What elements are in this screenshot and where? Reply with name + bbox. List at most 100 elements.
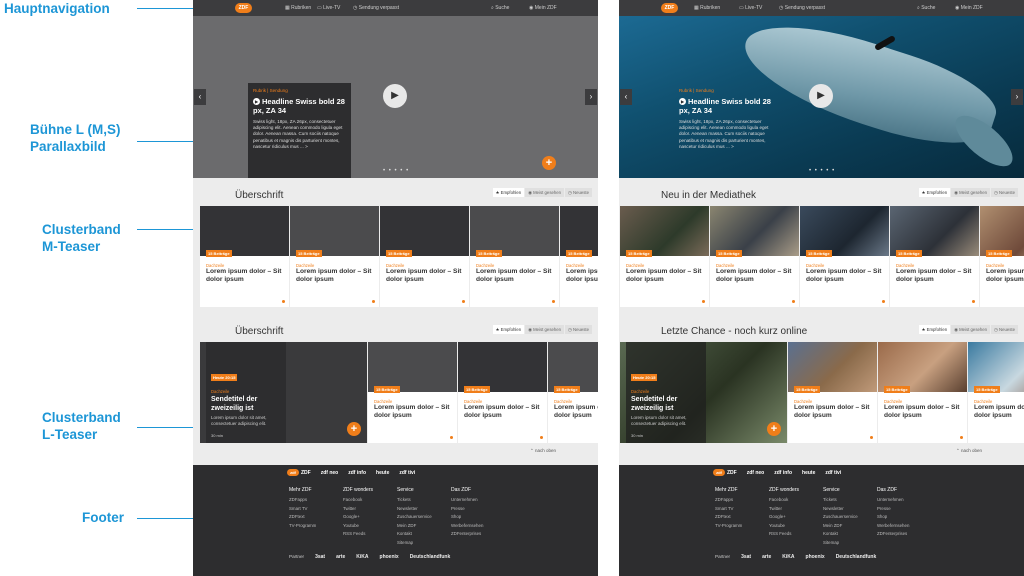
account-button[interactable]: ◉ Mein ZDF bbox=[529, 5, 557, 11]
footer-link[interactable]: Sitemap bbox=[397, 539, 451, 548]
tab-empfohlen[interactable]: ★ Empfohlen bbox=[492, 188, 525, 197]
footer-link[interactable]: Unternehmen bbox=[451, 496, 505, 505]
footer-link[interactable]: Google+ bbox=[343, 513, 397, 522]
partner-deutschlandfunk[interactable]: Deutschlandfunk bbox=[410, 554, 451, 560]
footer-link[interactable]: Kontakt bbox=[823, 530, 877, 539]
tab-meist-gesehen[interactable]: ◉ Meist gesehen bbox=[951, 325, 991, 334]
footer-logo-zdf[interactable]: zdf ZDF bbox=[713, 469, 737, 476]
stage-textbox[interactable]: Rubrik | Sendung ▶ Headline Swiss bold 28… bbox=[248, 83, 351, 178]
account-button[interactable]: ◉ Mein ZDF bbox=[955, 5, 983, 11]
footer-link[interactable]: ZDFapps bbox=[715, 496, 769, 505]
tab-empfohlen[interactable]: ★ Empfohlen bbox=[918, 188, 951, 197]
footer-link[interactable]: Twitter bbox=[769, 505, 823, 514]
add-icon[interactable]: + bbox=[767, 422, 781, 436]
add-icon[interactable]: + bbox=[542, 156, 556, 170]
m-teaser-card[interactable]: 15 BeiträgeDachzeileLorem ipsum dolor – … bbox=[890, 206, 979, 307]
next-arrow-icon[interactable]: › bbox=[585, 89, 597, 105]
partner-phoenix[interactable]: phoenix bbox=[380, 554, 399, 560]
nav-item-sendung-verpasst[interactable]: ◷ Sendung verpasst bbox=[779, 5, 825, 11]
tab-neueste[interactable]: ◷ Neueste bbox=[565, 188, 592, 197]
footer-link[interactable]: TV-Programm bbox=[715, 522, 769, 531]
tab-empfohlen[interactable]: ★ Empfohlen bbox=[918, 325, 951, 334]
carousel-dots[interactable]: • • • • • bbox=[809, 168, 839, 174]
footer-logo-zdf[interactable]: zdf ZDF bbox=[287, 469, 311, 476]
m-teaser-card[interactable]: 15 BeiträgeDachzeileLorem ipsum dolor – … bbox=[620, 206, 709, 307]
partner-arte[interactable]: arte bbox=[336, 554, 345, 560]
partner-3sat[interactable]: 3sat bbox=[315, 554, 325, 560]
play-icon[interactable]: ▶ bbox=[383, 84, 407, 108]
footer-link[interactable]: ZDFenterprises bbox=[877, 530, 931, 539]
footer-link[interactable]: Facebook bbox=[769, 496, 823, 505]
footer-link[interactable]: RSS Feeds bbox=[343, 530, 397, 539]
prev-arrow-icon[interactable]: ‹ bbox=[194, 89, 206, 105]
m-teaser-card[interactable]: 15 BeiträgeDachzeileLorem ipsum dolor – … bbox=[788, 342, 877, 443]
nav-item-sendung-verpasst[interactable]: ◷ Sendung verpasst bbox=[353, 5, 399, 11]
m-teaser-card[interactable]: 15 BeiträgeDachzeileLorem ipsum dolor – … bbox=[380, 206, 469, 307]
footer-link[interactable]: Kontakt bbox=[397, 530, 451, 539]
partner-kika[interactable]: KiKA bbox=[782, 554, 794, 560]
footer-link[interactable]: Smart TV bbox=[715, 505, 769, 514]
footer-link[interactable]: Newsletter bbox=[397, 505, 451, 514]
footer-link[interactable]: ZDFtext bbox=[715, 513, 769, 522]
nav-item-live-tv[interactable]: ▭ Live-TV bbox=[317, 5, 340, 11]
m-teaser-card[interactable]: 15 BeiträgeDachzeileLorem ipsum dolor – … bbox=[560, 206, 598, 307]
play-icon[interactable]: ▶ bbox=[809, 84, 833, 108]
prev-arrow-icon[interactable]: ‹ bbox=[620, 89, 632, 105]
zdf-logo[interactable]: ZDF bbox=[235, 3, 252, 13]
nav-item-rubriken[interactable]: ▦ Rubriken bbox=[285, 5, 311, 11]
footer-link[interactable]: Google+ bbox=[769, 513, 823, 522]
footer-link[interactable]: Werbefernsehen bbox=[877, 522, 931, 531]
m-teaser-card[interactable]: 15 BeiträgeDachzeileLorem ipsum dolor – … bbox=[878, 342, 967, 443]
footer-link[interactable]: Tickets bbox=[823, 496, 877, 505]
footer-logo-heute[interactable]: heute bbox=[376, 469, 389, 476]
partner-arte[interactable]: arte bbox=[762, 554, 771, 560]
footer-logo-neo[interactable]: zdf neo bbox=[321, 469, 339, 476]
footer-link[interactable]: Presse bbox=[451, 505, 505, 514]
footer-link[interactable]: Smart TV bbox=[289, 505, 343, 514]
nav-item-rubriken[interactable]: ▦ Rubriken bbox=[694, 5, 720, 11]
partner-3sat[interactable]: 3sat bbox=[741, 554, 751, 560]
footer-link[interactable]: Unternehmen bbox=[877, 496, 931, 505]
search-button[interactable]: ⌕ Suche bbox=[917, 5, 935, 11]
footer-link[interactable]: Shop bbox=[451, 513, 505, 522]
footer-link[interactable]: Mein ZDF bbox=[823, 522, 877, 531]
footer-link[interactable]: ZDFenterprises bbox=[451, 530, 505, 539]
footer-logo-neo[interactable]: zdf neo bbox=[747, 469, 765, 476]
footer-link[interactable]: Shop bbox=[877, 513, 931, 522]
footer-link[interactable]: Sitemap bbox=[823, 539, 877, 548]
next-arrow-icon[interactable]: › bbox=[1011, 89, 1023, 105]
footer-link[interactable]: Mein ZDF bbox=[397, 522, 451, 531]
m-teaser-card[interactable]: 15 BeiträgeDachzeileLorem ipsum dolor – … bbox=[710, 206, 799, 307]
footer-link[interactable]: Twitter bbox=[343, 505, 397, 514]
footer-logo-info[interactable]: zdf info bbox=[774, 469, 792, 476]
footer-link[interactable]: Newsletter bbox=[823, 505, 877, 514]
search-button[interactable]: ⌕ Suche bbox=[491, 5, 509, 11]
m-teaser-card[interactable]: 15 BeiträgeDachzeileLorem ipsum dolor – … bbox=[458, 342, 547, 443]
more-link[interactable]: ⌃ nach oben bbox=[530, 448, 556, 454]
stage-textbox[interactable]: Rubrik | Sendung ▶ Headline Swiss bold 28… bbox=[674, 83, 777, 178]
footer-link[interactable]: TV-Programm bbox=[289, 522, 343, 531]
m-teaser-card[interactable]: 15 BeiträgeDachzeileLorem ipsum dolor – … bbox=[968, 342, 1024, 443]
partner-phoenix[interactable]: phoenix bbox=[806, 554, 825, 560]
footer-link[interactable]: Zuschauerservice bbox=[823, 513, 877, 522]
footer-link[interactable]: Youtube bbox=[769, 522, 823, 531]
partner-deutschlandfunk[interactable]: Deutschlandfunk bbox=[836, 554, 877, 560]
m-teaser-card[interactable]: 15 BeiträgeDachzeileLorem ipsum dolor – … bbox=[548, 342, 598, 443]
footer-link[interactable]: RSS Feeds bbox=[769, 530, 823, 539]
tab-neueste[interactable]: ◷ Neueste bbox=[991, 325, 1018, 334]
m-teaser-card[interactable]: 15 BeiträgeDachzeileLorem ipsum dolor – … bbox=[470, 206, 559, 307]
m-teaser-card[interactable]: 15 BeiträgeDachzeileLorem ipsum dolor – … bbox=[200, 206, 289, 307]
carousel-dots[interactable]: • • • • • bbox=[383, 168, 413, 174]
tab-meist-gesehen[interactable]: ◉ Meist gesehen bbox=[525, 325, 565, 334]
more-link[interactable]: ⌃ nach oben bbox=[956, 448, 982, 454]
footer-logo-info[interactable]: zdf info bbox=[348, 469, 366, 476]
tab-neueste[interactable]: ◷ Neueste bbox=[565, 325, 592, 334]
footer-link[interactable]: ZDFapps bbox=[289, 496, 343, 505]
add-icon[interactable]: + bbox=[347, 422, 361, 436]
tab-meist-gesehen[interactable]: ◉ Meist gesehen bbox=[525, 188, 565, 197]
tab-neueste[interactable]: ◷ Neueste bbox=[991, 188, 1018, 197]
nav-item-live-tv[interactable]: ▭ Live-TV bbox=[739, 5, 762, 11]
footer-link[interactable]: ZDFtext bbox=[289, 513, 343, 522]
m-teaser-card[interactable]: 15 BeiträgeDachzeileLorem ipsum dolor – … bbox=[980, 206, 1024, 307]
footer-logo-heute[interactable]: heute bbox=[802, 469, 815, 476]
